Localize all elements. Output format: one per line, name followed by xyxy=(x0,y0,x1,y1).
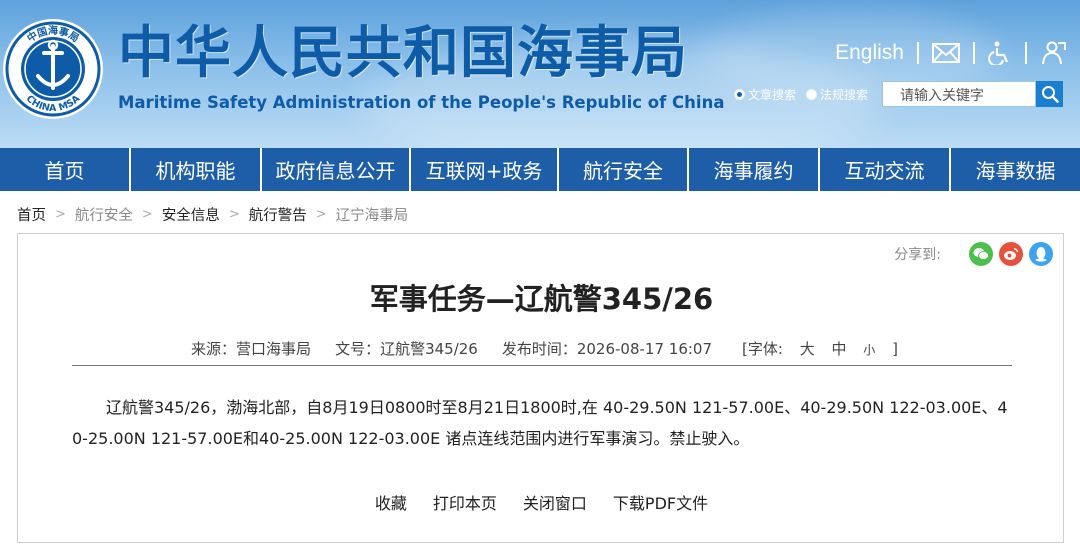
weibo-icon xyxy=(1004,248,1019,260)
main-nav: 首页 机构职能 政府信息公开 互联网+政务 航行安全 海事履约 互动交流 海事数… xyxy=(0,148,1080,191)
font-size-control: [字体: 大 中 小 ] xyxy=(736,338,904,359)
chevron-right-icon: > xyxy=(55,206,66,222)
article-meta: 来源：营口海事局 文号：辽航警345/26 发布时间：2026-08-17 16… xyxy=(18,338,1065,359)
nav-item-compliance[interactable]: 海事履约 xyxy=(689,148,820,191)
breadcrumb-safety-info[interactable]: 安全信息 xyxy=(162,204,220,225)
font-size-small[interactable]: 小 xyxy=(863,343,875,357)
wechat-share-icon[interactable] xyxy=(969,242,993,266)
share-label: 分享到: xyxy=(894,247,941,263)
site-title-en: Maritime Safety Administration of the Pe… xyxy=(118,93,725,112)
nav-item-functions[interactable]: 机构职能 xyxy=(131,148,262,191)
nav-item-data[interactable]: 海事数据 xyxy=(951,148,1080,191)
article-source: 来源：营口海事局 xyxy=(191,340,312,358)
divider xyxy=(1025,42,1027,64)
search-type-regulation[interactable]: 法规搜索 xyxy=(806,86,868,103)
search-input[interactable]: 请输入关键字 xyxy=(882,81,1037,107)
english-link[interactable]: English xyxy=(835,41,904,65)
elderly-mode-icon[interactable] xyxy=(1040,41,1066,65)
font-size-label: [字体: xyxy=(742,340,783,358)
divider xyxy=(72,365,1012,366)
font-size-large[interactable]: 大 xyxy=(800,340,815,358)
breadcrumb-nav-warning[interactable]: 航行警告 xyxy=(249,204,307,225)
radio-label: 法规搜索 xyxy=(820,87,869,102)
breadcrumb-liaoning[interactable]: 辽宁海事局 xyxy=(336,204,409,225)
share-bar: 分享到: xyxy=(894,242,1053,266)
wechat-icon xyxy=(973,248,989,260)
nav-item-navigation-safety[interactable]: 航行安全 xyxy=(559,148,689,191)
nav-item-home[interactable]: 首页 xyxy=(0,148,131,191)
chevron-right-icon: > xyxy=(228,206,240,222)
font-size-close: ] xyxy=(892,340,898,358)
site-header: 中国海事局 CHINA MSA 中华人民共和国海事局 Maritime Safe… xyxy=(0,0,1080,148)
breadcrumb-navigation-safety[interactable]: 航行安全 xyxy=(75,204,133,225)
chevron-right-icon: > xyxy=(141,206,153,222)
nav-item-interaction[interactable]: 互动交流 xyxy=(820,148,951,191)
mail-icon[interactable] xyxy=(932,43,960,63)
search-bar: 文章搜索 法规搜索 请输入关键字 xyxy=(734,80,1064,108)
qq-share-icon[interactable] xyxy=(1029,242,1053,266)
radio-selected[interactable] xyxy=(734,88,745,100)
divider xyxy=(917,42,919,64)
search-button[interactable] xyxy=(1036,81,1064,107)
download-pdf-button[interactable]: 下载PDF文件 xyxy=(613,490,708,514)
article-container: 分享到: 军事任务—辽航警345/26 来源：营口海事局 文号：辽航警345/2… xyxy=(17,233,1064,543)
print-button[interactable]: 打印本页 xyxy=(433,490,497,514)
chevron-right-icon: > xyxy=(315,206,327,222)
qq-icon xyxy=(1035,247,1047,262)
radio-unselected[interactable] xyxy=(806,88,818,100)
nav-item-gov-info[interactable]: 政府信息公开 xyxy=(262,148,411,191)
article-actions: 收藏 打印本页 关闭窗口 下载PDF文件 xyxy=(18,490,1065,514)
top-links: English xyxy=(835,38,1066,68)
close-window-button[interactable]: 关闭窗口 xyxy=(523,490,587,514)
divider xyxy=(973,42,975,64)
site-title-cn: 中华人民共和国海事局 xyxy=(118,21,688,86)
breadcrumb: 首页 > 航行安全 > 安全信息 > 航行警告 > 辽宁海事局 xyxy=(17,203,408,225)
accessibility-icon[interactable] xyxy=(988,41,1012,65)
article-body: 辽航警345/26，渤海北部，自8月19日0800时至8月21日1800时,在 … xyxy=(72,398,1008,448)
font-size-medium[interactable]: 中 xyxy=(832,340,847,358)
weibo-share-icon[interactable] xyxy=(999,242,1023,266)
china-msa-logo[interactable]: 中国海事局 CHINA MSA xyxy=(2,18,104,120)
radio-label: 文章搜索 xyxy=(748,87,797,102)
favorite-button[interactable]: 收藏 xyxy=(375,490,407,514)
article-doc-number: 文号：辽航警345/26 xyxy=(335,340,478,358)
search-type-article[interactable]: 文章搜索 xyxy=(734,86,796,103)
search-icon xyxy=(1041,86,1059,103)
article-title: 军事任务—辽航警345/26 xyxy=(369,282,714,316)
breadcrumb-home[interactable]: 首页 xyxy=(17,204,46,225)
article-publish-time: 发布时间：2026-08-17 16:07 xyxy=(501,340,713,358)
nav-item-internet-gov[interactable]: 互联网+政务 xyxy=(411,148,559,191)
